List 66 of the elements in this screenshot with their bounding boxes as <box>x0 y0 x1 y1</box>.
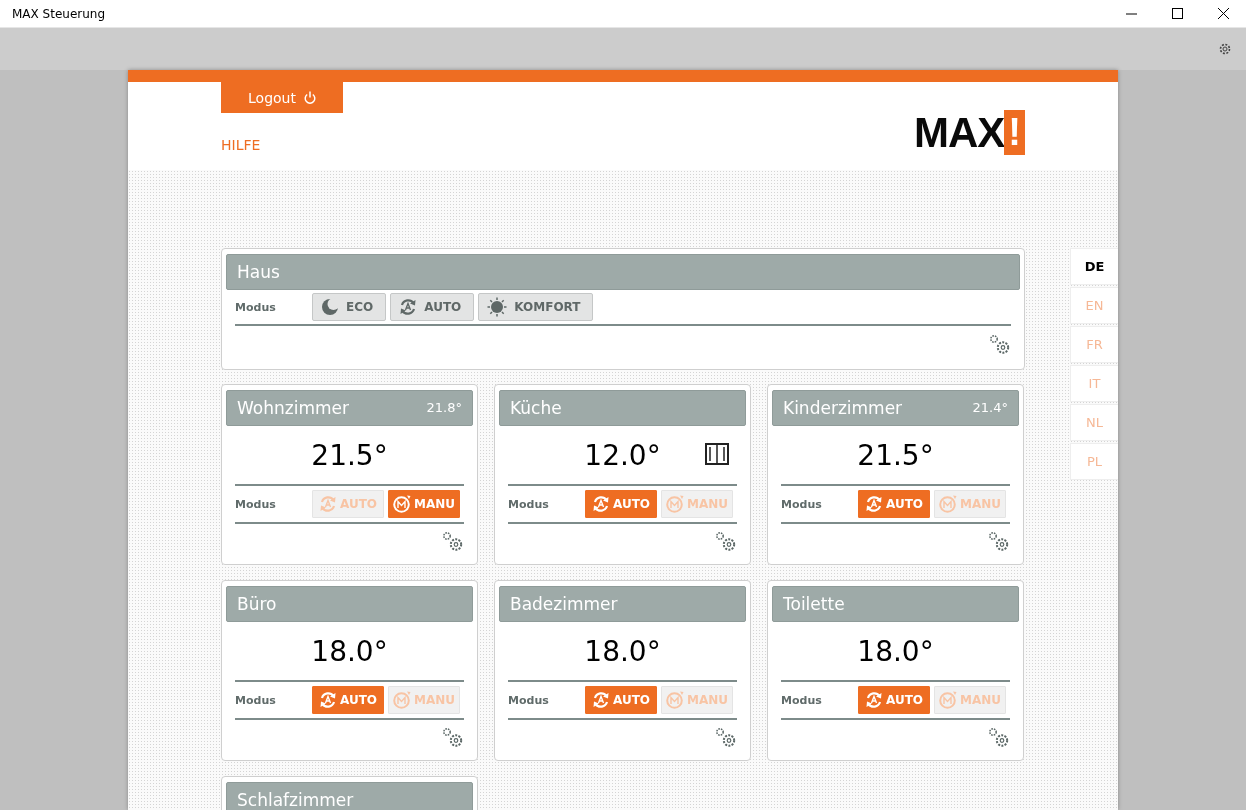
setpoint-temperature: 18.0° <box>584 634 661 668</box>
language-tab[interactable]: FR <box>1070 326 1118 363</box>
setpoint-temperature: 12.0° <box>584 438 661 472</box>
refresh-icon <box>591 691 610 709</box>
mode-label: Modus <box>781 693 823 707</box>
power-icon <box>303 91 316 104</box>
language-tab[interactable]: EN <box>1070 287 1118 324</box>
m-circle-icon <box>666 691 684 709</box>
mode-button[interactable]: AUTO <box>312 686 384 714</box>
window-title: MAX Steuerung <box>12 6 107 21</box>
room-name: Wohnzimmer <box>237 398 349 418</box>
room-name: Badezimmer <box>510 594 618 614</box>
room-name: Küche <box>510 398 562 418</box>
help-link[interactable]: HILFE <box>221 137 261 153</box>
moon-icon <box>321 298 339 316</box>
refresh-icon <box>864 495 883 513</box>
settings-icon[interactable] <box>989 334 1011 355</box>
setpoint-temperature: 18.0° <box>311 634 388 668</box>
mode-label: Modus <box>235 497 277 511</box>
settings-icon[interactable] <box>715 727 737 748</box>
mode-button[interactable]: AUTO <box>390 293 475 321</box>
mode-button[interactable]: AUTO <box>858 490 930 518</box>
mode-button[interactable]: MANU <box>388 490 460 518</box>
logo: MAX! <box>914 110 1025 155</box>
settings-icon[interactable] <box>442 531 464 552</box>
settings-icon[interactable] <box>715 531 737 552</box>
m-circle-icon <box>939 691 957 709</box>
settings-icon[interactable] <box>442 727 464 748</box>
room-temperature: 21.8° <box>426 399 462 417</box>
mode-button[interactable]: AUTO <box>858 686 930 714</box>
refresh-icon <box>591 495 610 513</box>
mode-button[interactable]: KOMFORT <box>478 293 594 321</box>
refresh-icon <box>864 691 883 709</box>
language-tab[interactable]: NL <box>1070 404 1118 441</box>
setpoint-temperature: 21.5° <box>857 438 934 472</box>
m-circle-icon <box>393 691 411 709</box>
mode-label: Modus <box>781 497 823 511</box>
language-tab[interactable]: DE <box>1070 248 1118 285</box>
room-name: Büro <box>237 594 277 614</box>
setpoint-temperature: 18.0° <box>857 634 934 668</box>
logout-button[interactable]: Logout <box>221 82 343 113</box>
mode-button[interactable]: ECO <box>312 293 387 321</box>
settings-icon[interactable] <box>988 727 1010 748</box>
mode-label: Modus <box>508 497 550 511</box>
settings-icon[interactable] <box>1218 42 1232 56</box>
refresh-icon <box>318 495 337 513</box>
refresh-icon <box>399 298 418 316</box>
settings-icon[interactable] <box>988 531 1010 552</box>
mode-label: Modus <box>235 693 277 707</box>
room-name: Kinderzimmer <box>783 398 903 418</box>
m-circle-icon <box>666 495 684 513</box>
room-temperature: 21.4° <box>972 399 1008 417</box>
sun-icon <box>487 297 508 317</box>
m-circle-icon <box>393 495 411 513</box>
mode-button[interactable]: AUTO <box>585 686 657 714</box>
room-name: Schlafzimmer <box>237 790 354 810</box>
refresh-icon <box>318 691 337 709</box>
mode-button[interactable]: AUTO <box>585 490 657 518</box>
room-name: Toilette <box>783 594 845 614</box>
language-tab[interactable]: PL <box>1070 443 1118 480</box>
language-tab[interactable]: IT <box>1070 365 1118 402</box>
setpoint-temperature: 21.5° <box>311 438 388 472</box>
mode-label: Modus <box>508 693 550 707</box>
mode-label: Modus <box>235 300 277 314</box>
m-circle-icon <box>939 495 957 513</box>
room-name: Haus <box>237 262 280 282</box>
